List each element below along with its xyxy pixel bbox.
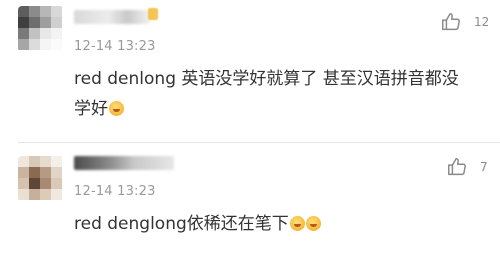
comment-text-line: red denlong 英语没学好就算了 甚至汉语拼音都没 — [74, 69, 459, 89]
comment-item: 12-14 13:23 red denlong 英语没学好就算了 甚至汉语拼音都… — [0, 0, 500, 142]
username[interactable] — [74, 156, 174, 170]
like-count: 12 — [474, 15, 490, 29]
like-count: 7 — [480, 160, 488, 174]
avatar[interactable] — [18, 156, 64, 202]
wow-emoji-icon — [289, 216, 305, 231]
comment-item: 12-14 13:23 red denglong依稀还在笔下 7 — [0, 142, 500, 256]
comment-text-tail: 学好 — [74, 99, 108, 119]
thumbs-up-icon — [440, 11, 462, 33]
avatar[interactable] — [18, 6, 64, 52]
laughing-crying-emoji-icon — [109, 101, 124, 116]
comment-text: red denglong依稀还在笔下 — [74, 209, 489, 239]
user-badge-icon — [148, 8, 158, 20]
like-button[interactable]: 12 — [440, 11, 489, 33]
wow-emoji-icon — [305, 216, 321, 231]
username[interactable] — [74, 10, 150, 24]
like-button[interactable]: 7 — [446, 156, 488, 178]
comment-timestamp: 12-14 13:23 — [74, 39, 156, 54]
thumbs-up-icon — [446, 156, 468, 178]
comment-text-line: 学好 — [74, 94, 489, 124]
comment-text: red denlong 英语没学好就算了 甚至汉语拼音都没 学好 — [74, 64, 489, 124]
comment-text-content: red denglong依稀还在笔下 — [74, 214, 289, 234]
comment-timestamp: 12-14 13:23 — [74, 184, 156, 199]
